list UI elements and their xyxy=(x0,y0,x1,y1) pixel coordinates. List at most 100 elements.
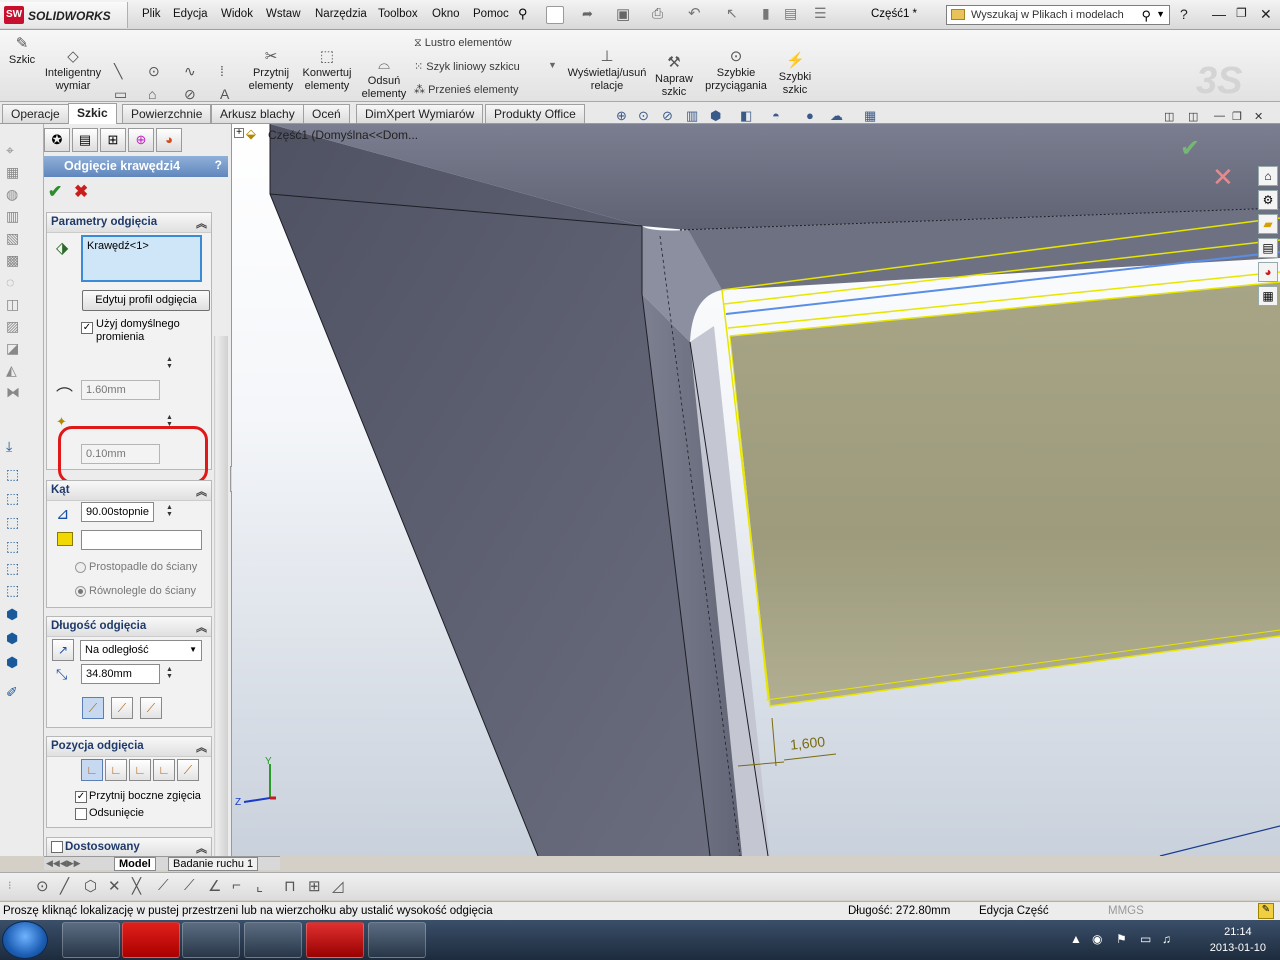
parallel-radio[interactable] xyxy=(75,586,86,597)
trimetric-icon[interactable]: ⬢ xyxy=(6,630,24,646)
select-icon[interactable]: ↖ xyxy=(726,5,738,22)
volume-icon[interactable]: ♫ xyxy=(1162,932,1171,946)
dimension-icon[interactable]: ⊓ xyxy=(284,877,296,895)
selected-edge-item[interactable]: Krawędź<1> xyxy=(87,240,149,252)
solidworks-taskbar-icon[interactable] xyxy=(306,922,364,958)
undo-icon[interactable]: ↶ xyxy=(688,4,701,22)
group-header[interactable]: Kąt ︽ xyxy=(47,481,211,501)
group-header[interactable]: Pozycja odgięcia ︽ xyxy=(47,737,211,757)
options-icon[interactable]: ☰ xyxy=(814,5,827,22)
display-relations-button[interactable]: ⊥ Wyświetlaj/usuń relacje xyxy=(564,36,650,93)
spin-arrows-icon[interactable]: ▲ ▼ xyxy=(166,666,173,680)
file-properties-icon[interactable]: ▤ xyxy=(784,5,797,22)
flange-angle-value[interactable]: 90.00stopnie xyxy=(86,506,149,518)
spin-arrows-icon[interactable]: ▲ ▼ xyxy=(166,504,173,518)
move-entities-button[interactable]: ⁂ Przenieś elementy xyxy=(414,83,519,96)
flange-angle-field[interactable]: 90.00stopnie xyxy=(81,502,154,522)
collapse-icon[interactable]: ︽ xyxy=(196,215,207,231)
trim-button[interactable]: ✂ Przytnij elementy xyxy=(244,36,298,93)
tab-szkic[interactable]: Szkic xyxy=(68,103,117,124)
menu-pomoc[interactable]: Pomoc xyxy=(473,8,509,20)
tray-display-icon[interactable]: ▭ xyxy=(1140,932,1151,946)
solidworks-logo[interactable]: SW SOLIDWORKS xyxy=(0,2,128,28)
tab-ocen[interactable]: Oceń xyxy=(303,104,350,123)
flange-preview-face[interactable] xyxy=(730,282,1280,706)
display-manager-tab-icon[interactable]: ◕ xyxy=(156,128,182,152)
end-condition-select[interactable]: Na odległość ▼ xyxy=(80,640,202,661)
flange-length-value[interactable]: 34.80mm xyxy=(86,668,132,680)
outer-virtual-sharp-icon[interactable]: ⟋ xyxy=(82,697,104,719)
notification-icon[interactable]: ✎ xyxy=(1258,903,1274,919)
collapse-icon[interactable]: ︽ xyxy=(196,619,207,635)
status-units[interactable]: MMGS xyxy=(1108,905,1144,917)
property-manager-tab-icon[interactable]: ▤ xyxy=(72,128,98,152)
thunderbird-taskbar-icon[interactable] xyxy=(244,922,302,958)
search-icon[interactable]: ⚲ xyxy=(1141,8,1151,24)
previous-icon[interactable]: ◫ xyxy=(1164,110,1174,123)
bend-outside-icon[interactable]: ∟ xyxy=(129,759,151,781)
mirror-entities-button[interactable]: ⧖ Lustro elementów xyxy=(414,37,512,50)
tab-powierzchnie[interactable]: Powierzchnie xyxy=(122,104,212,123)
tray-network-icon[interactable]: ◉ xyxy=(1092,932,1102,946)
linear-pattern-button[interactable]: ⁙ Szyk liniowy szkicu xyxy=(414,60,520,73)
line-icon[interactable]: ╲ xyxy=(114,63,122,80)
appearances-icon[interactable]: ◕ xyxy=(1258,262,1278,282)
isometric-icon[interactable]: ⬢ xyxy=(6,606,24,622)
cancel-button[interactable]: ✖ xyxy=(74,182,88,202)
angle-icon[interactable]: ∠ xyxy=(208,877,221,895)
confirm-ok-icon[interactable]: ✔ xyxy=(1180,134,1200,163)
rebuild-icon[interactable]: ▮ xyxy=(762,5,770,22)
line-icon[interactable]: ╱ xyxy=(60,877,69,895)
tab-operacje[interactable]: Operacje xyxy=(2,104,69,123)
fillet-feature-icon[interactable]: ◌ xyxy=(6,274,24,290)
rib-icon[interactable]: ▨ xyxy=(6,318,24,334)
inner-virtual-sharp-icon[interactable]: ⟋ xyxy=(111,697,133,719)
confirm-cancel-icon[interactable]: ✕ xyxy=(1212,162,1234,193)
pin-icon[interactable]: ⚲ xyxy=(518,6,528,22)
custom-relief-checkbox[interactable] xyxy=(51,841,63,853)
file-explorer-icon[interactable]: ▰ xyxy=(1258,214,1278,234)
open-icon[interactable]: ➦ xyxy=(582,6,593,22)
tab-motion-study[interactable]: Badanie ruchu 1 xyxy=(168,857,259,871)
custom-properties-icon[interactable]: ▦ xyxy=(1258,286,1278,306)
tab-produkty-office[interactable]: Produkty Office xyxy=(485,104,585,123)
menu-edycja[interactable]: Edycja xyxy=(173,8,208,20)
sketch-fillet-icon[interactable]: ⌞ xyxy=(256,877,263,895)
group-header[interactable]: Dostosowany ︽ xyxy=(47,838,211,858)
opera-taskbar-icon[interactable] xyxy=(122,922,180,958)
view-palette-icon[interactable]: ▤ xyxy=(1258,238,1278,258)
menu-wstaw[interactable]: Wstaw xyxy=(266,8,301,20)
menu-plik[interactable]: Plik xyxy=(142,8,161,20)
face-selection-field[interactable] xyxy=(81,530,202,550)
corner-icon[interactable]: ⌐ xyxy=(232,877,241,894)
edit-flange-profile-button[interactable]: Edytuj profil odgięcia xyxy=(82,290,210,311)
minimize-icon[interactable]: — xyxy=(1214,110,1225,122)
shell-icon[interactable]: ▩ xyxy=(6,252,24,268)
tray-flag-icon[interactable]: ⚑ xyxy=(1116,932,1127,946)
view-top-icon[interactable]: ⬚ xyxy=(6,560,24,576)
loft-icon[interactable]: ▧ xyxy=(6,230,24,246)
group-header[interactable]: Parametry odgięcia ︽ xyxy=(47,213,211,233)
start-button[interactable] xyxy=(2,921,48,959)
sketch-button[interactable]: ✎ Szkic xyxy=(6,36,38,67)
offset-checkbox[interactable] xyxy=(75,808,87,820)
sweep-icon[interactable]: ▥ xyxy=(6,208,24,224)
view-bottom-icon[interactable]: ⬚ xyxy=(6,582,24,598)
view-orientation-icon[interactable]: ⬢ xyxy=(710,108,721,124)
scrollbar-thumb[interactable] xyxy=(216,336,228,866)
help-icon[interactable]: ? xyxy=(215,158,222,172)
section-view-icon[interactable]: ▥ xyxy=(686,108,698,124)
new-document-icon[interactable] xyxy=(546,6,564,24)
bend-from-virtual-sharp-icon[interactable]: ∟ xyxy=(153,759,175,781)
convert-button[interactable]: ⬚ Konwertuj elementy xyxy=(298,36,356,93)
sketch-tool-icon[interactable]: ⌖ xyxy=(6,142,24,158)
perpendicular-radio[interactable] xyxy=(75,562,86,573)
chamfer-icon[interactable]: ◫ xyxy=(6,296,24,312)
circle-icon[interactable]: ⊙ xyxy=(148,63,160,80)
search-input[interactable]: Wyszukaj w Plikach i modelach xyxy=(971,9,1124,21)
mirror-feature-icon[interactable]: ⧓ xyxy=(6,384,24,400)
chevron-down-icon[interactable]: ▼ xyxy=(548,60,557,70)
property-manager-scrollbar[interactable] xyxy=(214,336,228,866)
calculator-taskbar-icon[interactable] xyxy=(182,922,240,958)
tangent-to-bend-icon[interactable]: ⟋ xyxy=(177,759,199,781)
